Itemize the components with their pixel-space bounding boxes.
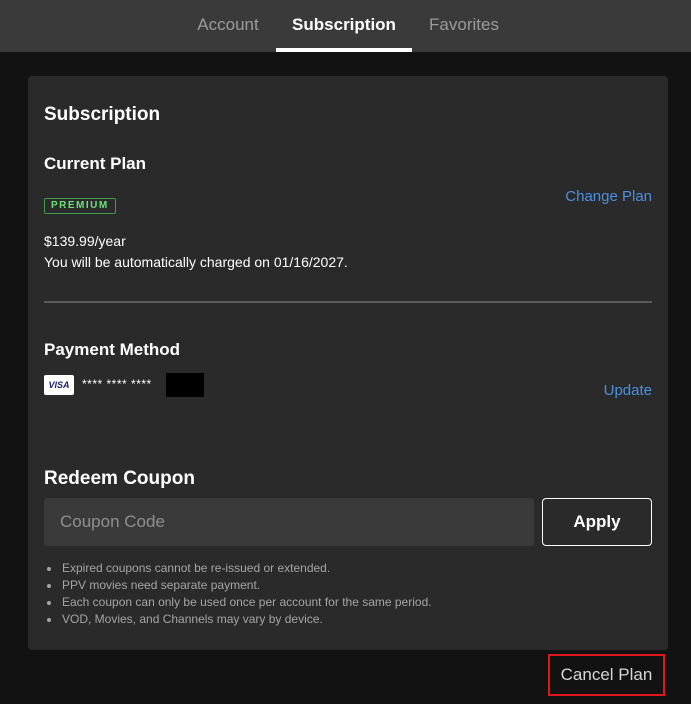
plan-price: $139.99/year — [44, 233, 126, 249]
apply-button[interactable]: Apply — [542, 498, 652, 546]
charge-notice: You will be automatically charged on 01/… — [44, 254, 348, 270]
cancel-plan-highlight: Cancel Plan — [548, 654, 665, 696]
premium-badge: PREMIUM — [44, 198, 116, 214]
payment-method-heading: Payment Method — [44, 340, 181, 359]
coupon-note: Each coupon can only be used once per ac… — [47, 595, 432, 609]
redeem-coupon-heading: Redeem Coupon — [44, 468, 195, 489]
tab-favorites[interactable]: Favorites — [420, 0, 508, 52]
tab-subscription[interactable]: Subscription — [276, 0, 412, 52]
visa-card-icon: VISA — [44, 375, 74, 395]
coupon-note: PPV movies need separate payment. — [47, 577, 432, 594]
section-divider — [44, 301, 652, 303]
tab-bar: Account Subscription Favorites — [0, 0, 691, 52]
subscription-card: Subscription Current Plan PREMIUM Change… — [28, 76, 668, 650]
coupon-note: Expired coupons cannot be re-issued or e… — [47, 560, 432, 577]
change-plan-link[interactable]: Change Plan — [565, 188, 652, 205]
coupon-code-input[interactable] — [44, 498, 534, 546]
coupon-note: VOD, Movies, and Channels may vary by de… — [47, 611, 432, 628]
card-title: Subscription — [44, 104, 161, 125]
coupon-notes: Expired coupons cannot be re-issued or e… — [44, 560, 432, 628]
update-payment-link[interactable]: Update — [604, 382, 652, 399]
tab-account[interactable]: Account — [188, 0, 268, 52]
masked-card-number: **** **** **** — [82, 377, 152, 391]
redacted-card-digits — [166, 373, 204, 397]
cancel-plan-button[interactable]: Cancel Plan — [550, 656, 663, 694]
current-plan-heading: Current Plan — [44, 154, 147, 173]
